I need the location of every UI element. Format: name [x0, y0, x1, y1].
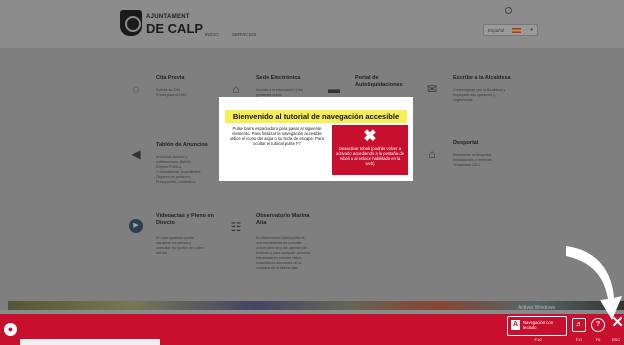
home-icon: ⌂: [428, 147, 436, 161]
language-value: Español: [488, 28, 505, 33]
modal-title: Bienvenido al tutorial de navegación acc…: [225, 110, 407, 123]
card-title-observatorio[interactable]: Observatorio Marina Alta: [256, 213, 311, 227]
close-icon: ✖: [363, 128, 377, 145]
mail-icon: ✉: [426, 82, 438, 96]
tutorial-pointer-arrow-icon: [566, 246, 622, 320]
megaphone-icon: ◀: [131, 147, 141, 161]
clock-icon: ◌: [132, 82, 140, 96]
card-desc-observatorio: El Observatorio Marina Alta es una herra…: [256, 236, 310, 270]
chevron-down-icon: ▾: [530, 27, 533, 33]
key-esc: ESC: [611, 337, 621, 342]
language-select[interactable]: Español ▾: [483, 24, 538, 36]
toolbar-underline: [20, 339, 160, 345]
card-desc-videoactas: En este apartado puede visualizar los pl…: [156, 236, 204, 255]
key-f10: F10: [534, 337, 542, 342]
card-title-sede[interactable]: Sede Electrónica: [256, 75, 316, 82]
chart-icon: ☷: [230, 220, 242, 234]
tutorial-modal: Bienvenido al tutorial de navegación acc…: [219, 97, 413, 181]
key-f11: F11: [575, 337, 583, 342]
town-shield-logo[interactable]: [120, 10, 142, 36]
card-desc-alcaldesa: Comuníquese con la Alcaldesa y explíquel…: [453, 88, 506, 102]
site-header: AJUNTAMENT DE CALP INICIO SERVICIOS Espa…: [0, 0, 624, 48]
brand-name-top: AJUNTAMENT: [146, 14, 190, 20]
modal-instructions: Pulse barra espaciadora para pasar al si…: [229, 126, 325, 146]
key-f6: F6: [595, 337, 601, 342]
building-icon: ⌂: [232, 82, 240, 96]
deactivate-inbali-button[interactable]: ✖ Desactivar Inbali (podrás volver a act…: [332, 125, 408, 175]
card-title-desportal[interactable]: Desportal: [453, 140, 513, 147]
card-icon: ▬: [328, 82, 340, 96]
nav-inicio[interactable]: INICIO: [205, 32, 219, 37]
card-title-alcaldesa[interactable]: Escribe a la Alcaldesa: [453, 75, 523, 82]
deactivate-text: Desactivar Inbali (podrás volver a activ…: [336, 146, 404, 166]
card-title-tablon[interactable]: Tablón de Anuncios: [156, 142, 216, 149]
keyboard-letter-icon: A: [511, 320, 520, 330]
windows-activation-watermark: Activar Windows: [518, 305, 555, 311]
nav-servicios[interactable]: SERVICIOS: [232, 32, 256, 37]
card-desc-desportal: Bienvenido al Desportal. Instalaciones y…: [453, 153, 493, 167]
card-title-cita[interactable]: Cita Previa: [156, 75, 216, 82]
flag-icon: [512, 28, 521, 33]
card-title-videoactas[interactable]: Videoactas y Pleno en Directo: [156, 213, 216, 227]
brand-name-bottom: DE CALP: [146, 21, 204, 36]
play-icon: ▶: [129, 219, 143, 233]
card-desc-tablon: Anuncios, bandos y notificaciones. Bolet…: [156, 155, 202, 184]
accessibility-icon[interactable]: ●: [4, 323, 17, 336]
card-desc-cita: Solicite su Cita Previa para la OAC: [156, 88, 187, 97]
search-icon[interactable]: [505, 7, 512, 14]
card-title-portal[interactable]: Portal de Autoliquidaciones: [355, 75, 410, 89]
